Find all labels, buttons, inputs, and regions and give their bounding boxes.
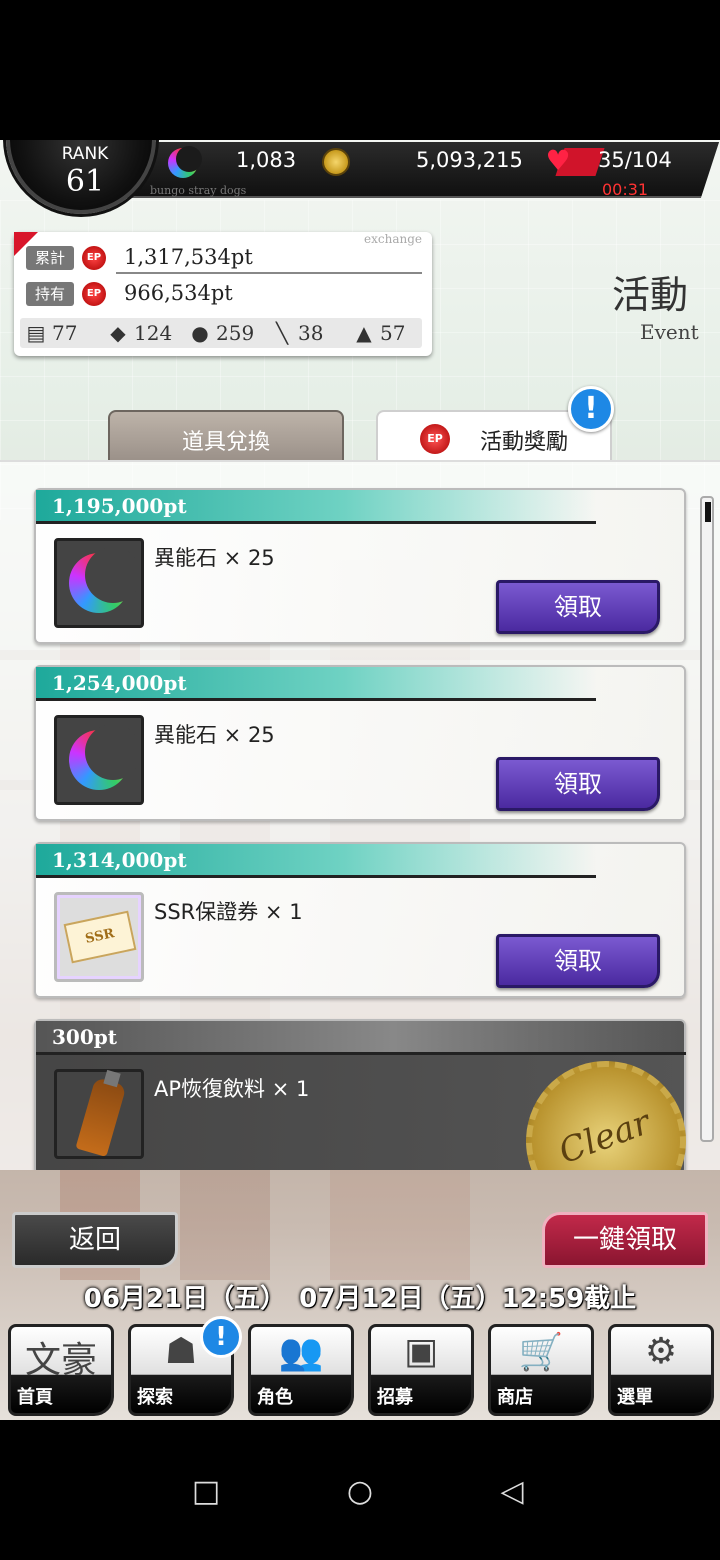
top-status-bar: RANK 61 bungo stray dogs 1,083 5,093,215… <box>0 140 720 214</box>
card-icon: ▤ <box>26 321 46 345</box>
screen: RANK 61 bungo stray dogs 1,083 5,093,215… <box>0 0 720 1560</box>
home-icon: 文豪 <box>24 1340 97 1381</box>
nav-home[interactable]: 文豪 首頁 <box>8 1324 114 1416</box>
tie-icon: ╲ <box>275 321 289 345</box>
ap-count: 35/104 <box>598 148 672 172</box>
nav-label: 商店 <box>497 1387 533 1408</box>
item-frame[interactable] <box>54 1069 144 1159</box>
claim-button[interactable]: 領取 <box>496 757 660 811</box>
nav-label: 招募 <box>377 1387 413 1408</box>
rank-value: 61 <box>65 164 105 199</box>
ep-icon: EP <box>82 246 106 270</box>
ep-owned-value: 966,534pt <box>124 281 233 305</box>
claim-button[interactable]: 領取 <box>496 580 660 634</box>
ep-icon: EP <box>82 282 106 306</box>
android-nav-bar: □ ○ ◁ <box>0 1420 720 1560</box>
ap-timer: 00:31 <box>602 180 649 199</box>
back-button[interactable]: 返回 <box>12 1212 178 1268</box>
ability-stone-icon <box>69 724 141 790</box>
home-button[interactable]: ○ <box>340 1472 380 1512</box>
candy-icon: ● <box>191 321 209 345</box>
ability-stone-icon <box>69 547 141 613</box>
material-count: 57 <box>380 321 406 345</box>
item-frame[interactable] <box>54 715 144 805</box>
back-nav-button[interactable]: ◁ <box>492 1472 532 1512</box>
heart-icon: ♥ <box>545 144 571 177</box>
bottom-nav: 文豪 首頁 ☗ 探索 👥 角色 ▣ 招募 🛒 商店 ⚙ 選單 ! <box>0 1316 720 1420</box>
material-count: 124 <box>134 321 173 345</box>
menu-icon: ⚙ <box>644 1331 678 1372</box>
nav-shop[interactable]: 🛒 商店 <box>488 1324 594 1416</box>
material-count: 259 <box>216 321 255 345</box>
page-subtitle: Event <box>640 320 699 344</box>
reward-points: 300pt <box>52 1025 117 1049</box>
reward-list[interactable]: 1,195,000pt 異能石 × 25 領取 1,254,000pt 異能石 … <box>0 460 720 1170</box>
rank-badge: RANK 61 <box>6 140 156 214</box>
coin-icon <box>322 148 350 176</box>
reward-item-name: SSR保證券 × 1 <box>154 900 303 924</box>
nav-label: 首頁 <box>17 1387 53 1408</box>
gem-icon <box>168 146 202 178</box>
game-area: RANK 61 bungo stray dogs 1,083 5,093,215… <box>0 140 720 1420</box>
ap-drink-icon <box>75 1077 127 1157</box>
gem-count: 1,083 <box>236 148 297 172</box>
game-subtitle: bungo stray dogs <box>150 184 247 197</box>
tab-event-rewards-label: 活動獎勵 <box>479 430 568 455</box>
item-frame[interactable] <box>54 538 144 628</box>
reward-header: 1,314,000pt <box>36 844 596 878</box>
tab-exchange-label: 道具兌換 <box>181 430 270 455</box>
material-count: 38 <box>298 321 324 345</box>
shoe-icon: ◆ <box>110 321 126 345</box>
reward-item-name: 異能石 × 25 <box>154 723 275 747</box>
reward-card: 1,314,000pt SSR SSR保證券 × 1 領取 <box>34 842 686 998</box>
rank-label: RANK <box>61 144 109 164</box>
ep-summary: exchange 累計 EP 1,317,534pt 持有 EP 966,534… <box>14 232 432 356</box>
exchange-tag: exchange <box>364 232 422 246</box>
notice-badge: ! <box>568 386 614 432</box>
nav-label: 角色 <box>257 1387 293 1408</box>
ssr-ticket-icon: SSR <box>63 910 137 964</box>
reward-item-name: AP恢復飲料 × 1 <box>154 1077 310 1101</box>
recruit-icon: ▣ <box>403 1331 438 1372</box>
shop-icon: 🛒 <box>518 1332 564 1373</box>
reward-points: 1,254,000pt <box>52 671 187 695</box>
reward-points: 1,314,000pt <box>52 848 187 872</box>
event-period: 06月21日（五） 07月12日（五）12:59截止 <box>83 1284 637 1314</box>
reward-card: 1,254,000pt 異能石 × 25 領取 <box>34 665 686 821</box>
reward-header: 1,254,000pt <box>36 667 596 701</box>
explore-notice-badge: ! <box>200 1316 242 1358</box>
reward-header: 300pt <box>36 1021 686 1055</box>
scrollbar[interactable] <box>700 496 714 1142</box>
recents-button[interactable]: □ <box>186 1472 226 1512</box>
ep-owned-label: 持有 <box>26 282 74 306</box>
nav-character[interactable]: 👥 角色 <box>248 1324 354 1416</box>
reward-item-name: 異能石 × 25 <box>154 546 275 570</box>
material-counts: ▤ 77 ◆ 124 ● 259 ╲ 38 ▲ 57 <box>20 318 422 348</box>
ep-total-label: 累計 <box>26 246 74 270</box>
scroll-thumb[interactable] <box>705 502 711 522</box>
shirt-icon: ▲ <box>356 321 372 345</box>
nav-label: 選單 <box>617 1387 653 1408</box>
nav-recruit[interactable]: ▣ 招募 <box>368 1324 474 1416</box>
coin-count: 5,093,215 <box>416 148 523 172</box>
reward-header: 1,195,000pt <box>36 490 596 524</box>
reward-card-cleared: 300pt AP恢復飲料 × 1 Clear <box>34 1019 709 1170</box>
material-count: 77 <box>52 321 78 345</box>
clear-stamp: Clear <box>503 1038 709 1170</box>
item-frame[interactable]: SSR <box>54 892 144 982</box>
reward-card: 1,195,000pt 異能石 × 25 領取 <box>34 488 686 644</box>
reward-points: 1,195,000pt <box>52 494 187 518</box>
nav-menu[interactable]: ⚙ 選單 <box>608 1324 714 1416</box>
character-icon: 👥 <box>278 1332 324 1373</box>
ep-total-value: 1,317,534pt <box>124 245 253 269</box>
nav-label: 探索 <box>137 1387 173 1408</box>
tab-exchange[interactable]: 道具兌換 <box>108 410 344 462</box>
page-title: 活動 <box>612 273 689 317</box>
claim-button[interactable]: 領取 <box>496 934 660 988</box>
divider <box>116 272 422 274</box>
claim-all-button[interactable]: 一鍵領取 <box>542 1212 708 1268</box>
